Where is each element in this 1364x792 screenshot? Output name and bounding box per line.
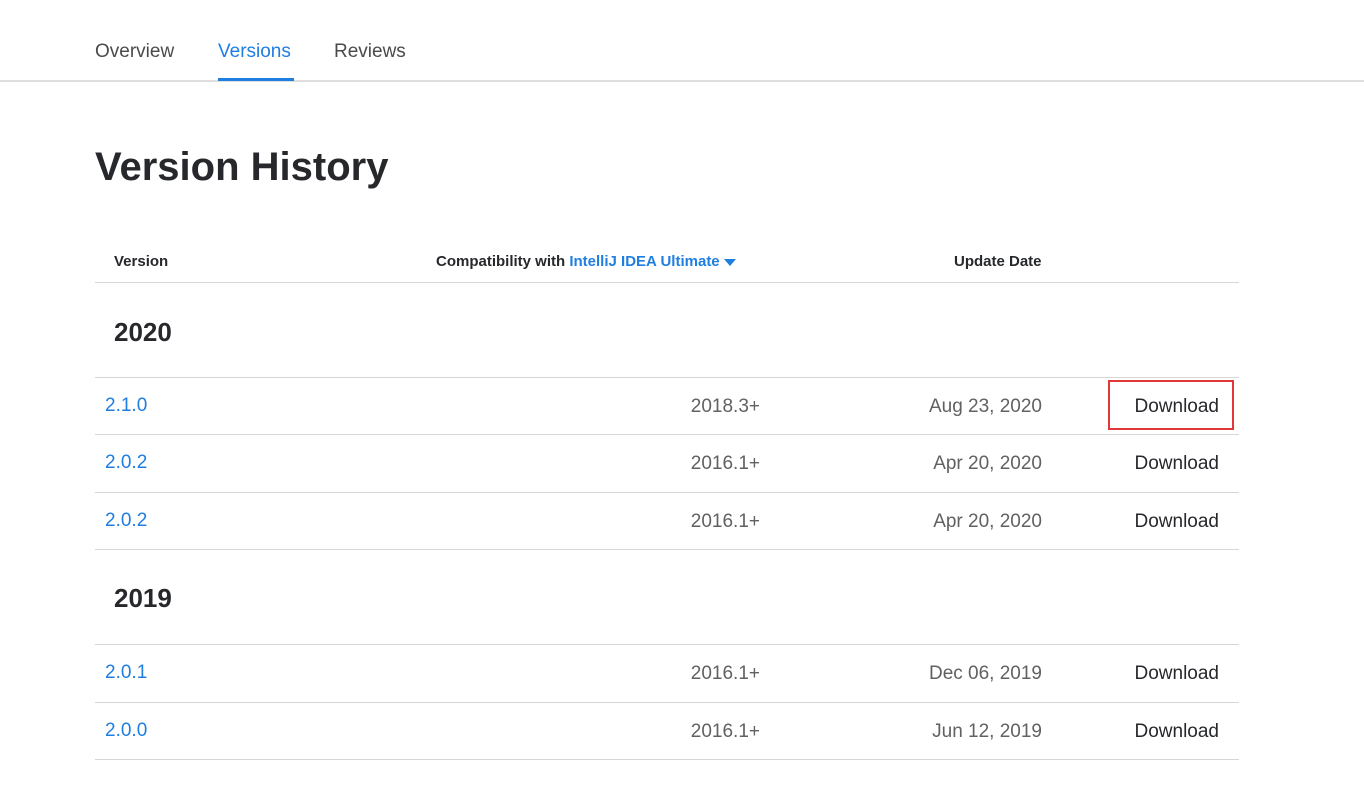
- header-compat-prefix: Compatibility with: [436, 253, 566, 270]
- active-tab-indicator: [218, 78, 294, 81]
- header-version: Version: [114, 253, 169, 270]
- download-button[interactable]: Download: [1135, 662, 1220, 686]
- row-divider: [95, 702, 1239, 703]
- highlight-box: [1108, 380, 1234, 430]
- chevron-down-icon: [723, 258, 736, 266]
- compat-range: 2016.1+: [690, 453, 760, 474]
- header-compatibility: Compatibility with IntelliJ IDEA Ultimat…: [436, 252, 736, 272]
- version-link[interactable]: 2.0.1: [105, 661, 147, 685]
- tab-overview[interactable]: Overview: [95, 40, 174, 64]
- update-date: Apr 20, 2020: [933, 453, 1042, 474]
- download-button[interactable]: Download: [1135, 452, 1220, 476]
- version-link[interactable]: 2.0.0: [105, 719, 147, 743]
- tab-versions[interactable]: Versions: [218, 40, 291, 64]
- year-heading: 2019: [114, 583, 172, 613]
- compat-range: 2016.1+: [690, 721, 760, 742]
- tab-bar: Overview Versions Reviews: [0, 0, 1364, 82]
- row-divider: [95, 377, 1239, 378]
- row-divider: [95, 492, 1239, 493]
- tab-reviews[interactable]: Reviews: [334, 40, 406, 64]
- year-heading: 2020: [114, 317, 172, 347]
- product-select[interactable]: IntelliJ IDEA Ultimate: [569, 253, 736, 270]
- update-date: Apr 20, 2020: [933, 511, 1042, 532]
- version-link[interactable]: 2.0.2: [105, 451, 147, 475]
- version-link[interactable]: 2.1.0: [105, 394, 147, 418]
- header-update-date: Update Date: [954, 253, 1042, 270]
- update-date: Jun 12, 2019: [932, 721, 1042, 742]
- version-link[interactable]: 2.0.2: [105, 509, 147, 533]
- update-date: Dec 06, 2019: [928, 663, 1042, 684]
- download-button[interactable]: Download: [1135, 720, 1220, 744]
- row-divider: [95, 759, 1239, 760]
- page-title: Version History: [95, 145, 389, 189]
- row-divider: [95, 549, 1239, 550]
- row-divider: [95, 434, 1239, 435]
- update-date: Aug 23, 2020: [928, 396, 1042, 417]
- compat-range: 2018.3+: [690, 396, 760, 417]
- row-divider: [95, 644, 1239, 645]
- download-button[interactable]: Download: [1135, 510, 1220, 534]
- compat-range: 2016.1+: [690, 511, 760, 532]
- product-select-label: IntelliJ IDEA Ultimate: [569, 253, 720, 270]
- compat-range: 2016.1+: [690, 663, 760, 684]
- header-divider: [95, 282, 1239, 283]
